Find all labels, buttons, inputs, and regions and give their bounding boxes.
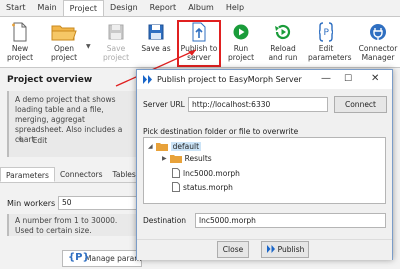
edit-parameters-button[interactable]: P Edit parameters <box>308 19 352 67</box>
open-project-label: Open project <box>50 44 78 62</box>
new-project-icon <box>2 22 38 42</box>
destination-tree[interactable]: ◢ default ▶ Results lnc5000.morph status… <box>143 137 386 204</box>
connector-plug-icon <box>356 22 400 42</box>
folder-icon <box>155 143 168 151</box>
dialog-footer: Close Publish <box>137 239 392 260</box>
reload-run-icon <box>264 22 302 42</box>
folder-open-icon <box>44 22 84 42</box>
expand-arrow-icon[interactable]: ▶ <box>162 155 167 162</box>
tab-start[interactable]: Start <box>0 0 32 16</box>
section-title: Project overview <box>7 75 93 85</box>
tree-folder-results[interactable]: ▶ Results <box>162 154 212 163</box>
tab-project[interactable]: Project <box>62 0 105 16</box>
save-project-button[interactable]: Save project <box>100 19 132 67</box>
file-icon <box>172 168 180 178</box>
min-workers-input[interactable]: 50 <box>58 196 138 210</box>
svg-text:P: P <box>324 28 330 38</box>
reload-and-run-button[interactable]: Reload and run <box>264 19 302 67</box>
tree-file-label: lnc5000.morph <box>183 168 240 178</box>
save-as-button[interactable]: Save as <box>140 19 172 67</box>
destination-label: Destination <box>143 216 187 225</box>
open-dropdown-icon[interactable]: ▼ <box>86 43 91 50</box>
tree-file-item[interactable]: status.morph <box>172 182 233 192</box>
easymorph-logo-icon <box>143 75 152 84</box>
min-workers-note: A number from 1 to 30000. Used to certai… <box>7 214 140 236</box>
publish-highlight-box <box>177 20 221 67</box>
tree-root-label: default <box>170 142 202 151</box>
server-url-input[interactable]: http://localhost:6330 <box>188 97 328 112</box>
edit-label: Edit <box>32 136 48 145</box>
pencil-icon: ✎ <box>18 136 25 145</box>
tab-main[interactable]: Main <box>32 0 63 16</box>
publish-dialog: Publish project to EasyMorph Server — ☐ … <box>136 69 393 260</box>
new-project-button[interactable]: New project <box>2 19 38 67</box>
server-url-label: Server URL <box>143 100 185 109</box>
parameters-icon: P <box>308 22 344 42</box>
reload-and-run-label: Reload and run <box>268 44 298 62</box>
tab-parameters[interactable]: Parameters <box>0 167 55 182</box>
connector-manager-label: Connector Manager <box>358 44 398 62</box>
close-icon[interactable]: ✕ <box>371 73 379 84</box>
edit-parameters-label: Edit parameters <box>308 44 352 62</box>
minimize-icon[interactable]: — <box>321 73 331 84</box>
publish-label: Publish <box>277 245 305 254</box>
tab-connectors[interactable]: Connectors <box>55 167 108 182</box>
min-workers-label: Min workers <box>7 199 56 208</box>
collapse-arrow-icon[interactable]: ◢ <box>148 143 153 150</box>
menu-bar: Start Main Project Design Report Album H… <box>0 0 400 16</box>
open-project-button[interactable]: Open project <box>44 19 84 67</box>
run-play-icon <box>226 22 256 42</box>
file-icon <box>172 182 180 192</box>
run-project-button[interactable]: Run project <box>226 19 256 67</box>
dialog-title: Publish project to EasyMorph Server <box>157 75 302 84</box>
maximize-icon[interactable]: ☐ <box>344 74 352 84</box>
tree-folder-label: Results <box>184 154 212 163</box>
new-project-label: New project <box>6 44 34 62</box>
tree-file-label: status.morph <box>183 182 233 192</box>
save-disabled-icon <box>100 22 132 42</box>
save-as-label: Save as <box>141 44 171 53</box>
tab-help[interactable]: Help <box>220 0 250 16</box>
save-project-label: Save project <box>102 44 130 62</box>
tree-root-default[interactable]: ◢ default <box>148 142 202 151</box>
destination-input[interactable]: lnc5000.morph <box>195 213 386 228</box>
publish-logo-icon <box>267 245 275 253</box>
project-description: A demo project that shows loading table … <box>7 91 140 157</box>
manage-params-label: Manage parameters <box>85 254 142 263</box>
edit-description-button[interactable]: ✎ Edit <box>18 136 47 145</box>
tab-design[interactable]: Design <box>104 0 144 16</box>
run-project-label: Run project <box>227 44 255 62</box>
ribbon: New project Open project ▼ Save project … <box>0 16 400 68</box>
tree-file-item[interactable]: lnc5000.morph <box>172 168 240 178</box>
connector-manager-button[interactable]: Connector Manager <box>356 19 400 67</box>
close-button[interactable]: Close <box>217 241 249 258</box>
tab-album[interactable]: Album <box>182 0 220 16</box>
manage-parameters-icon: {P} <box>68 252 90 263</box>
project-tabs: Parameters Connectors Tables <box>0 167 140 183</box>
pick-destination-label: Pick destination folder or file to overw… <box>143 127 299 136</box>
folder-icon <box>169 155 182 163</box>
connect-button[interactable]: Connect <box>334 96 387 113</box>
save-as-icon <box>140 22 172 42</box>
dialog-titlebar: Publish project to EasyMorph Server — ☐ … <box>137 70 392 89</box>
dialog-body: Server URL http://localhost:6330 Connect… <box>137 89 392 239</box>
tab-report[interactable]: Report <box>144 0 183 16</box>
